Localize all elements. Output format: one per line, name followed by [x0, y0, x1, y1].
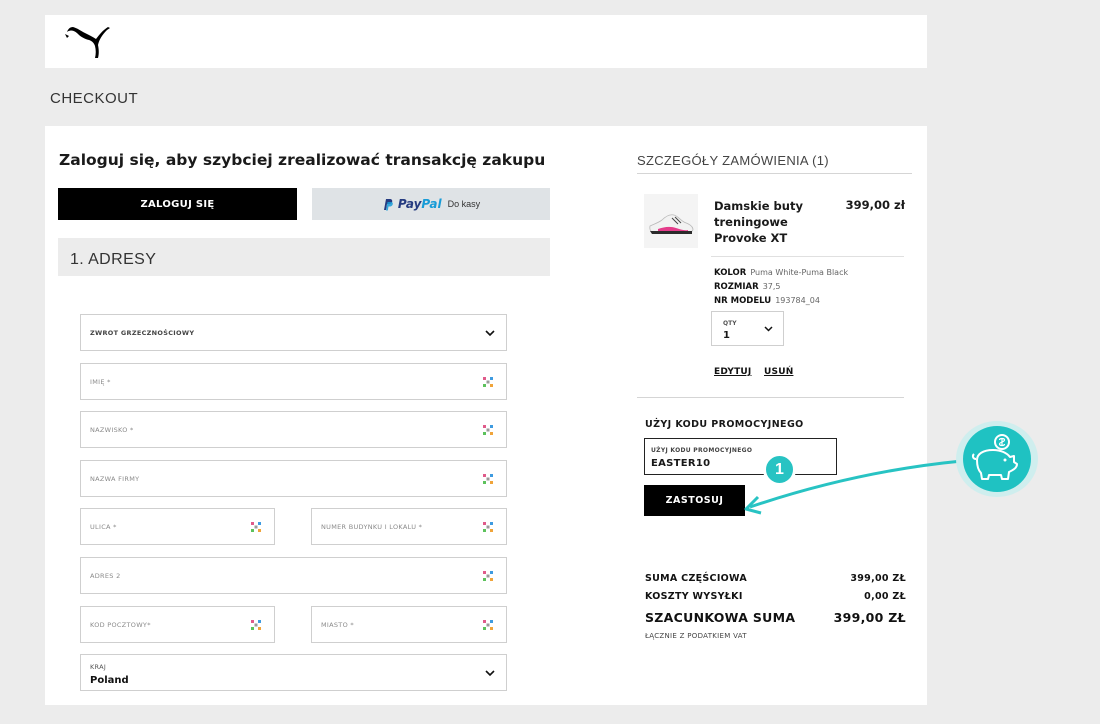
autofill-icon[interactable] — [250, 521, 262, 533]
street-field[interactable]: ULICA * — [80, 508, 275, 545]
product-name[interactable]: Damskie buty treningowe Provoke XT — [714, 198, 824, 246]
divider — [637, 397, 904, 398]
shipping-label: KOSZTY WYSYŁKI — [645, 591, 743, 602]
autofill-icon[interactable] — [482, 570, 494, 582]
estimated-total-label: SZACUNKOWA SUMA — [645, 610, 796, 625]
address2-field[interactable]: ADRES 2 — [80, 557, 507, 594]
paypal-suffix: Do kasy — [447, 199, 481, 209]
company-label: NAZWA FIRMY — [90, 475, 140, 483]
product-model: NR MODELU 193784_04 — [714, 296, 820, 306]
shipping-value: 0,00 ZŁ — [864, 591, 906, 602]
salutation-select[interactable]: ZWROT GRZECZNOŚCIOWY — [80, 314, 507, 351]
shipping-row: KOSZTY WYSYŁKI 0,00 ZŁ — [645, 591, 906, 602]
site-header — [45, 15, 927, 68]
quantity-label: QTY — [723, 320, 737, 327]
autofill-icon[interactable] — [250, 619, 262, 631]
apply-promo-button[interactable]: ZASTOSUJ — [644, 485, 745, 516]
divider — [711, 256, 904, 257]
last-name-label: NAZWISKO * — [90, 426, 134, 434]
city-field[interactable]: MIASTO * — [311, 606, 507, 643]
estimated-total-value: 399,00 ZŁ — [833, 610, 906, 625]
postcode-field[interactable]: KOD POCZTOWY* — [80, 606, 275, 643]
shoe-icon — [649, 214, 694, 234]
city-label: MIASTO * — [321, 621, 354, 629]
product-size: ROZMIAR 37,5 — [714, 282, 781, 292]
chevron-down-icon — [485, 330, 495, 337]
building-number-field[interactable]: NUMER BUDYNKU I LOKALU * — [311, 508, 507, 545]
autofill-icon[interactable] — [482, 473, 494, 485]
autofill-icon[interactable] — [482, 619, 494, 631]
paypal-wordmark: PayPal — [397, 197, 442, 211]
page-title: CHECKOUT — [50, 90, 139, 107]
chevron-down-icon — [485, 670, 495, 677]
login-button[interactable]: ZALOGUJ SIĘ — [58, 188, 297, 220]
address-section-title: 1. ADRESY — [70, 251, 157, 268]
promo-code-value: EASTER10 — [651, 458, 711, 469]
first-name-field[interactable]: IMIĘ * — [80, 363, 507, 400]
edit-link[interactable]: EDYTUJ — [714, 367, 751, 377]
subtotal-row: SUMA CZĘŚCIOWA 399,00 ZŁ — [645, 573, 906, 584]
estimated-total-row: SZACUNKOWA SUMA 399,00 ZŁ — [645, 610, 906, 625]
autofill-icon[interactable] — [482, 521, 494, 533]
country-label: KRAJ — [90, 663, 107, 671]
chevron-down-icon — [764, 326, 773, 332]
paypal-button[interactable]: PayPal Do kasy — [312, 188, 550, 220]
street-label: ULICA * — [90, 523, 117, 531]
country-value: Poland — [90, 675, 129, 686]
subtotal-label: SUMA CZĘŚCIOWA — [645, 573, 748, 584]
checkout-panel: Zaloguj się, aby szybciej zrealizować tr… — [45, 126, 927, 705]
vat-note: ŁĄCZNIE Z PODATKIEM VAT — [645, 632, 747, 640]
product-image[interactable] — [644, 194, 698, 248]
subtotal-value: 399,00 ZŁ — [850, 573, 906, 584]
address-section-header[interactable]: 1. ADRESY — [58, 238, 550, 276]
autofill-icon[interactable] — [482, 376, 494, 388]
building-number-label: NUMER BUDYNKU I LOKALU * — [321, 523, 423, 531]
order-summary-title: SZCZEGÓŁY ZAMÓWIENIA (1) — [637, 153, 829, 168]
paypal-icon — [383, 198, 393, 210]
piggy-bank-badge — [963, 426, 1031, 492]
country-select[interactable]: KRAJ Poland — [80, 654, 507, 691]
salutation-label: ZWROT GRZECZNOŚCIOWY — [90, 329, 195, 337]
address2-label: ADRES 2 — [90, 572, 121, 580]
company-field[interactable]: NAZWA FIRMY — [80, 460, 507, 497]
autofill-icon[interactable] — [482, 424, 494, 436]
product-color: KOLOR Puma White-Puma Black — [714, 268, 849, 278]
divider — [637, 173, 912, 174]
quantity-value: 1 — [723, 330, 730, 341]
postcode-label: KOD POCZTOWY* — [90, 621, 151, 629]
first-name-label: IMIĘ * — [90, 378, 111, 386]
last-name-field[interactable]: NAZWISKO * — [80, 411, 507, 448]
product-price: 399,00 zł — [845, 198, 905, 212]
piggy-bank-icon — [971, 434, 1018, 480]
step-badge: 1 — [763, 453, 796, 486]
quantity-select[interactable]: QTY 1 — [711, 311, 784, 346]
promo-code-label: UŻYJ KODU PROMOCYJNEGO — [651, 447, 753, 454]
puma-logo[interactable] — [65, 24, 111, 60]
promo-title: UŻYJ KODU PROMOCYJNEGO — [645, 419, 804, 430]
login-title: Zaloguj się, aby szybciej zrealizować tr… — [59, 151, 546, 169]
remove-link[interactable]: USUŃ — [764, 367, 793, 377]
